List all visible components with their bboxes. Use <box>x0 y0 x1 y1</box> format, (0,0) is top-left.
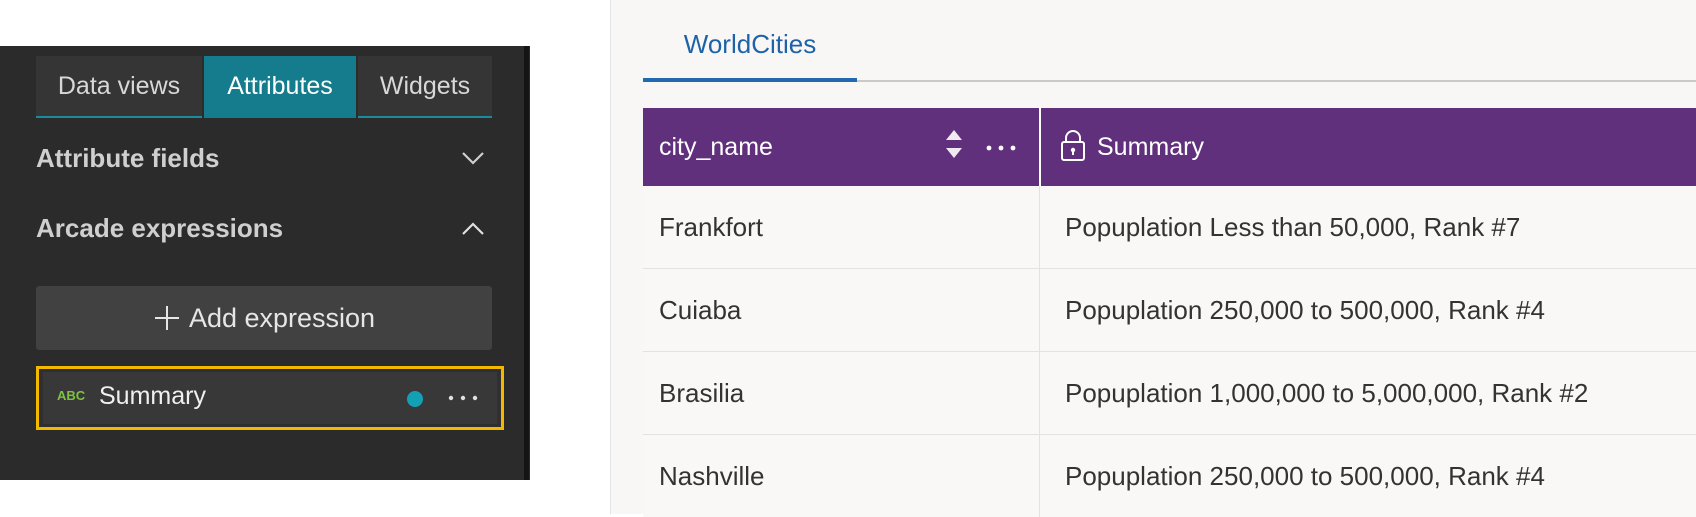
arcade-expressions-header[interactable]: Arcade expressions <box>36 208 492 248</box>
cell-divider <box>1039 435 1040 517</box>
tab-widgets[interactable]: Widgets <box>358 56 492 118</box>
tab-data-views[interactable]: Data views <box>36 56 202 118</box>
attribute-fields-header[interactable]: Attribute fields <box>36 138 492 178</box>
expression-item-summary[interactable]: ABC Summary <box>36 366 504 430</box>
cell-divider <box>1039 352 1040 434</box>
chevron-up-icon <box>462 222 484 235</box>
add-expression-button[interactable]: Add expression <box>36 286 492 350</box>
cell-city-name: Frankfort <box>659 212 764 242</box>
more-icon[interactable] <box>443 380 483 416</box>
cell-city-name: Brasilia <box>659 378 745 408</box>
cell-city-name: Nashville <box>659 461 765 491</box>
panel-edge <box>524 46 529 480</box>
table-row[interactable]: Nashville Popuplation 250,000 to 500,000… <box>643 435 1696 517</box>
string-type-badge: ABC <box>57 388 86 403</box>
expression-item-body: ABC Summary <box>43 372 497 424</box>
column-divider <box>1039 108 1041 186</box>
table-row[interactable]: Brasilia Popuplation 1,000,000 to 5,000,… <box>643 352 1696 435</box>
status-dot <box>407 391 423 407</box>
cell-summary: Popuplation 250,000 to 500,000, Rank #4 <box>1065 295 1545 325</box>
chevron-down-icon <box>462 152 484 165</box>
attribute-fields-label: Attribute fields <box>36 143 220 173</box>
plus-icon <box>154 306 179 330</box>
lock-icon <box>1061 130 1085 161</box>
cell-city-name: Cuiaba <box>659 295 742 325</box>
more-icon[interactable] <box>981 128 1021 164</box>
table-tabbar: WorldCities <box>643 0 1696 82</box>
tab-attributes[interactable]: Attributes <box>204 56 356 118</box>
expression-label: Summary <box>99 382 206 410</box>
attributes-panel: Data views Attributes Widgets Attribute … <box>0 46 530 480</box>
arcade-expressions-label: Arcade expressions <box>36 213 284 243</box>
cell-summary: Popuplation 1,000,000 to 5,000,000, Rank… <box>1065 378 1589 408</box>
cell-divider <box>1039 186 1040 268</box>
panel-tabs: Data views Attributes Widgets <box>36 56 492 118</box>
cell-summary: Popuplation Less than 50,000, Rank #7 <box>1065 212 1521 242</box>
sort-icon[interactable] <box>943 126 965 162</box>
add-expression-label: Add expression <box>188 302 376 333</box>
table-row[interactable]: Cuiaba Popuplation 250,000 to 500,000, R… <box>643 269 1696 352</box>
table-header: city_name Summary <box>643 108 1696 186</box>
cell-divider <box>1039 269 1040 351</box>
tab-worldcities[interactable]: WorldCities <box>643 0 857 82</box>
column-header-summary[interactable]: Summary <box>1097 108 1204 186</box>
table-row[interactable]: Frankfort Popuplation Less than 50,000, … <box>643 186 1696 269</box>
cell-summary: Popuplation 250,000 to 500,000, Rank #4 <box>1065 461 1545 491</box>
table-view: WorldCities city_name Summary Frankfort … <box>610 0 1696 517</box>
column-header-city-name[interactable]: city_name <box>659 108 773 186</box>
